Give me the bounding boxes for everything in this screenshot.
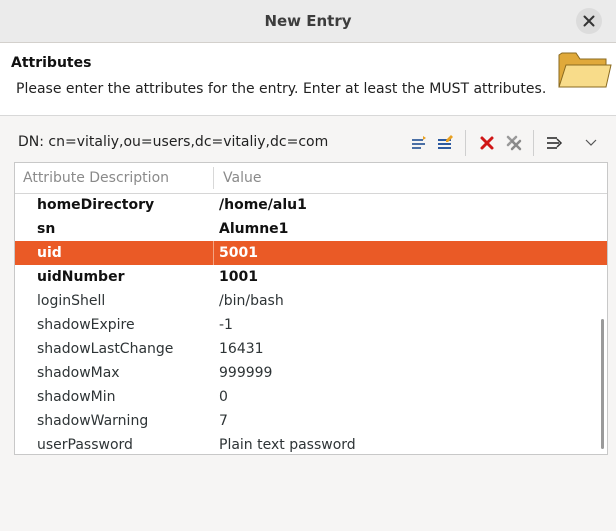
attribute-name: shadowWarning bbox=[37, 413, 149, 429]
cell-divider bbox=[213, 313, 214, 337]
table-row[interactable]: homeDirectory/home/alu1 bbox=[15, 193, 607, 217]
table-row[interactable]: shadowMax 999999 bbox=[15, 361, 607, 385]
attribute-value[interactable]: 5001 bbox=[219, 245, 258, 261]
attribute-value[interactable]: 1001 bbox=[219, 269, 258, 285]
attribute-name: shadowMin bbox=[37, 389, 116, 405]
cell-divider bbox=[213, 241, 214, 265]
attribute-value[interactable]: Plain text password bbox=[219, 437, 356, 453]
attribute-name: loginShell bbox=[37, 293, 106, 309]
cell-divider bbox=[213, 337, 214, 361]
cell-divider bbox=[213, 265, 214, 289]
attribute-name: homeDirectory bbox=[37, 197, 155, 213]
attribute-name: uidNumber bbox=[37, 269, 125, 285]
column-divider[interactable] bbox=[213, 167, 214, 189]
table-header: Attribute Description Value bbox=[15, 163, 607, 194]
wizard-banner: Attributes Please enter the attributes f… bbox=[0, 43, 616, 116]
dn-toolbar-row: DN: cn=vitaliy,ou=users,dc=vitaliy,dc=co… bbox=[0, 126, 616, 160]
new-value-button[interactable] bbox=[408, 132, 430, 154]
attribute-name: shadowLastChange bbox=[37, 341, 174, 357]
dn-label: DN: cn=vitaliy,ou=users,dc=vitaliy,dc=co… bbox=[18, 134, 329, 150]
table-row[interactable]: shadowMin 0 bbox=[15, 385, 607, 409]
scrollbar-thumb[interactable] bbox=[601, 319, 604, 449]
table-body: homeDirectory/home/alu1 sn Alumne1 uid 5001 u… bbox=[15, 193, 607, 454]
attribute-name: shadowExpire bbox=[37, 317, 135, 333]
attribute-value[interactable]: -1 bbox=[219, 317, 233, 333]
attribute-value[interactable]: Alumne1 bbox=[219, 221, 288, 237]
delete-icon bbox=[480, 136, 494, 150]
attribute-value[interactable]: 0 bbox=[219, 389, 228, 405]
folder-icon bbox=[558, 52, 612, 88]
vertical-scrollbar[interactable] bbox=[599, 319, 605, 449]
column-header-attribute[interactable]: Attribute Description bbox=[23, 170, 169, 186]
attributes-table: Attribute Description Value homeDirector… bbox=[14, 162, 608, 455]
toolbar-separator bbox=[533, 130, 534, 156]
attribute-name: sn bbox=[37, 221, 56, 237]
edit-value-icon bbox=[438, 135, 453, 149]
cell-divider bbox=[213, 193, 214, 217]
attribute-value[interactable]: 16431 bbox=[219, 341, 264, 357]
cell-divider bbox=[213, 361, 214, 385]
attribute-value[interactable]: /home/alu1 bbox=[219, 197, 307, 213]
delete-all-icon bbox=[506, 135, 522, 151]
expand-icon bbox=[547, 137, 563, 149]
table-row[interactable]: loginShell/bin/bash bbox=[15, 289, 607, 313]
cell-divider bbox=[213, 217, 214, 241]
title-bar: New Entry bbox=[0, 0, 616, 43]
attribute-name: uid bbox=[37, 245, 62, 261]
table-row[interactable]: shadowWarning 7 bbox=[15, 409, 607, 433]
close-button[interactable] bbox=[576, 8, 602, 34]
attribute-name: userPassword bbox=[37, 437, 133, 453]
cell-divider bbox=[213, 385, 214, 409]
table-row[interactable]: uid 5001 bbox=[15, 241, 607, 265]
table-row[interactable]: uidNumber 1001 bbox=[15, 265, 607, 289]
attribute-name: shadowMax bbox=[37, 365, 120, 381]
window-title: New Entry bbox=[264, 12, 352, 30]
cell-divider bbox=[213, 409, 214, 433]
table-row[interactable]: userPassword Plain text password bbox=[15, 433, 607, 454]
attribute-value[interactable]: 999999 bbox=[219, 365, 272, 381]
view-menu-button[interactable] bbox=[580, 132, 602, 154]
attribute-value[interactable]: /bin/bash bbox=[219, 293, 284, 309]
attribute-value[interactable]: 7 bbox=[219, 413, 228, 429]
banner-heading: Attributes bbox=[11, 55, 92, 71]
table-row[interactable]: shadowExpire -1 bbox=[15, 313, 607, 337]
new-value-icon bbox=[412, 136, 426, 149]
expand-button[interactable] bbox=[543, 132, 565, 154]
table-row[interactable]: sn Alumne1 bbox=[15, 217, 607, 241]
menu-chevron-icon bbox=[585, 139, 597, 146]
edit-value-button[interactable] bbox=[434, 132, 456, 154]
cell-divider bbox=[213, 433, 214, 454]
delete-button[interactable] bbox=[476, 132, 498, 154]
column-header-value[interactable]: Value bbox=[223, 170, 261, 186]
banner-description: Please enter the attributes for the entr… bbox=[16, 81, 547, 97]
cell-divider bbox=[213, 289, 214, 313]
table-row[interactable]: shadowLastChange 16431 bbox=[15, 337, 607, 361]
delete-all-button[interactable] bbox=[503, 132, 525, 154]
close-icon bbox=[583, 15, 595, 27]
toolbar-separator bbox=[465, 130, 466, 156]
